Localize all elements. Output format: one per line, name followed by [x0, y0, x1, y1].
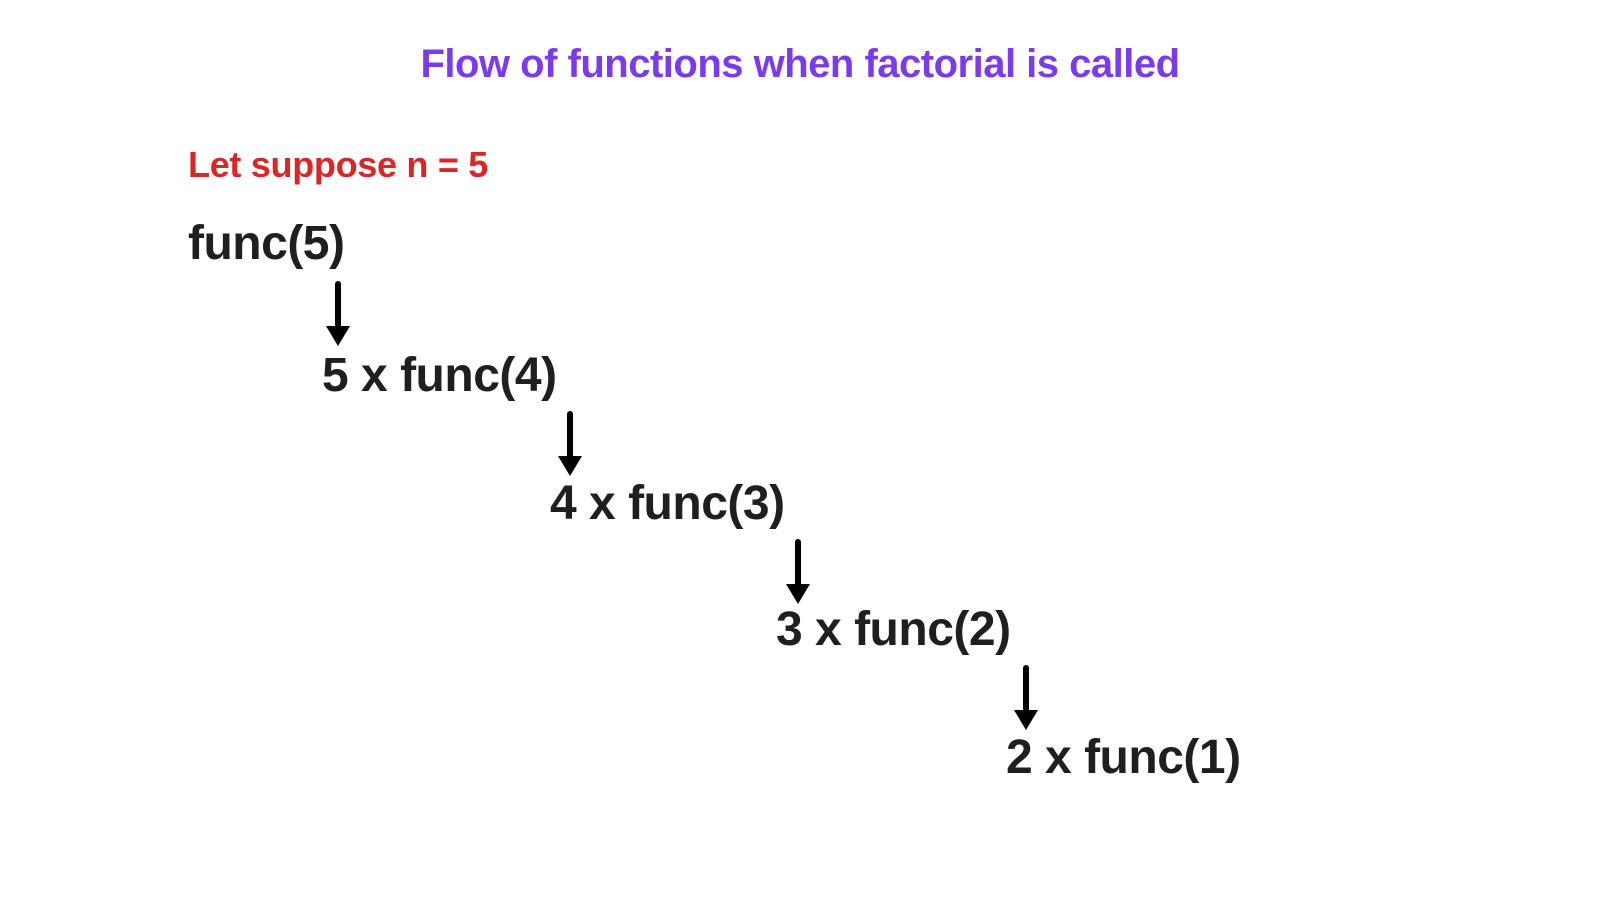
diagram-title: Flow of functions when factorial is call… — [0, 42, 1600, 87]
arrow-down-icon — [780, 538, 816, 608]
step-5xfunc4: 5 x func(4) — [322, 348, 557, 403]
arrow-down-icon — [552, 410, 588, 480]
step-4xfunc3: 4 x func(3) — [550, 476, 785, 531]
arrow-down-icon — [320, 280, 356, 350]
arrow-down-icon — [1008, 664, 1044, 734]
suppose-text: Let suppose n = 5 — [188, 144, 488, 186]
step-3xfunc2: 3 x func(2) — [776, 602, 1011, 657]
step-2xfunc1: 2 x func(1) — [1006, 730, 1241, 785]
step-func5: func(5) — [188, 216, 344, 271]
